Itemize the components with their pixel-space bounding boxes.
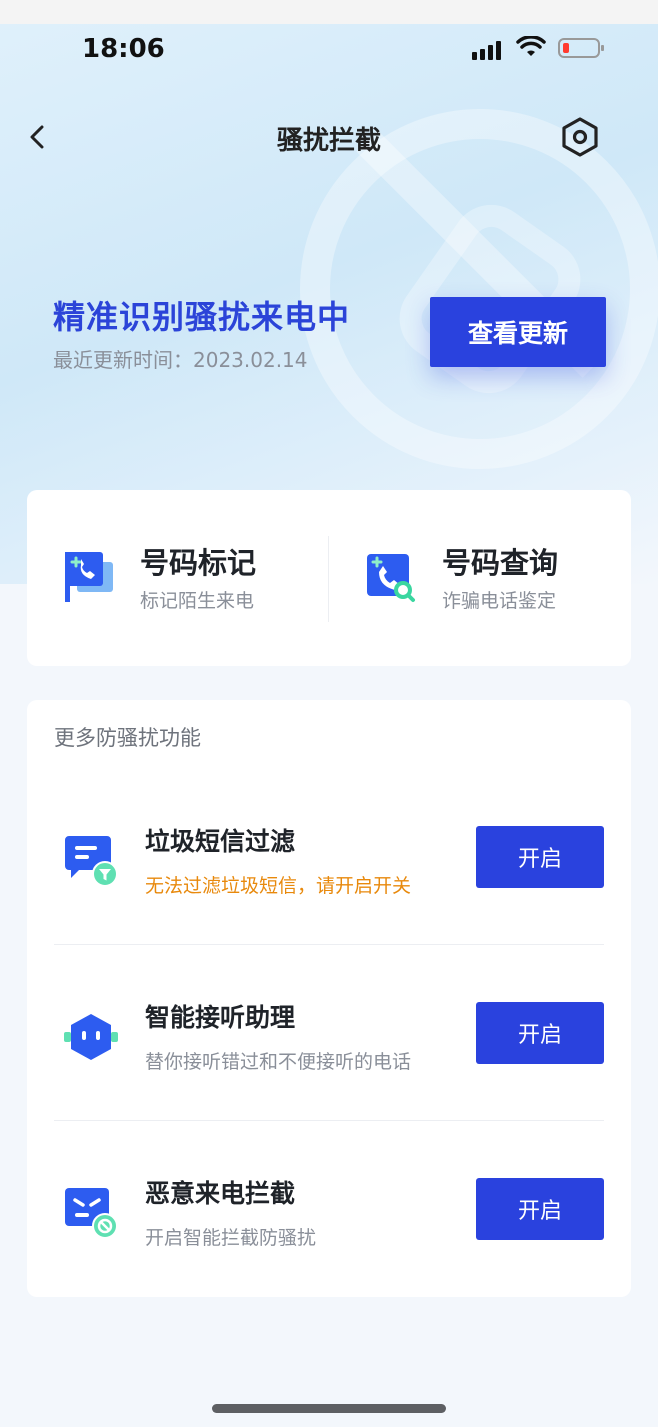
top-strip bbox=[0, 0, 658, 24]
malicious-block-title: 恶意来电拦截 bbox=[145, 1179, 296, 1208]
hero-title: 精准识别骚扰来电中 bbox=[53, 298, 351, 336]
number-query-title: 号码查询 bbox=[442, 546, 559, 580]
sms-filter-title: 垃圾短信过滤 bbox=[145, 827, 296, 856]
last-update-time: 最近更新时间：2023.02.14 bbox=[53, 348, 308, 372]
view-update-button[interactable]: 查看更新 bbox=[430, 297, 606, 367]
home-indicator[interactable] bbox=[212, 1404, 446, 1413]
malicious-block-icon bbox=[65, 1188, 118, 1239]
cellular-signal-icon bbox=[472, 40, 501, 60]
sms-filter-enable-button[interactable]: 开启 bbox=[476, 826, 604, 888]
number-query-entry[interactable]: 号码查询 诈骗电话鉴定 bbox=[329, 490, 629, 666]
settings-hexagon-icon[interactable] bbox=[560, 116, 600, 158]
status-time: 18:06 bbox=[82, 34, 165, 64]
malicious-block-row: 恶意来电拦截 开启智能拦截防骚扰 开启 bbox=[27, 1122, 631, 1298]
phone-search-icon bbox=[367, 554, 415, 602]
malicious-block-enable-button[interactable]: 开启 bbox=[476, 1178, 604, 1240]
robot-assistant-icon bbox=[64, 1014, 118, 1060]
number-mark-title: 号码标记 bbox=[140, 546, 257, 580]
navigation-bar: 骚扰拦截 bbox=[0, 110, 658, 166]
smart-answer-subtitle: 替你接听错过和不便接听的电话 bbox=[145, 1051, 412, 1073]
smart-answer-enable-button[interactable]: 开启 bbox=[476, 1002, 604, 1064]
sms-filter-row: 垃圾短信过滤 无法过滤垃圾短信，请开启开关 开启 bbox=[27, 770, 631, 946]
feature-divider bbox=[54, 944, 604, 945]
number-query-subtitle: 诈骗电话鉴定 bbox=[442, 590, 557, 612]
status-bar: 18:06 bbox=[0, 24, 658, 76]
sms-filter-icon bbox=[65, 836, 118, 887]
number-mark-entry[interactable]: 号码标记 标记陌生来电 bbox=[27, 490, 327, 666]
malicious-block-subtitle: 开启智能拦截防骚扰 bbox=[145, 1227, 317, 1249]
number-mark-subtitle: 标记陌生来电 bbox=[140, 590, 255, 612]
feature-divider bbox=[54, 1120, 604, 1121]
wifi-icon bbox=[516, 36, 546, 56]
smart-answer-title: 智能接听助理 bbox=[145, 1003, 296, 1032]
quick-actions-card: 号码标记 标记陌生来电 号码查询 诈骗电话鉴定 bbox=[27, 490, 631, 666]
sms-filter-warning: 无法过滤垃圾短信，请开启开关 bbox=[145, 875, 412, 897]
phone-flag-icon bbox=[65, 552, 113, 602]
smart-answer-row: 智能接听助理 替你接听错过和不便接听的电话 开启 bbox=[27, 946, 631, 1122]
battery-icon bbox=[558, 38, 604, 58]
more-features-card: 更多防骚扰功能 垃圾短信过滤 无法过滤垃圾短信，请开启开关 开启 智能接听助理 … bbox=[27, 700, 631, 1297]
more-features-title: 更多防骚扰功能 bbox=[54, 726, 201, 750]
